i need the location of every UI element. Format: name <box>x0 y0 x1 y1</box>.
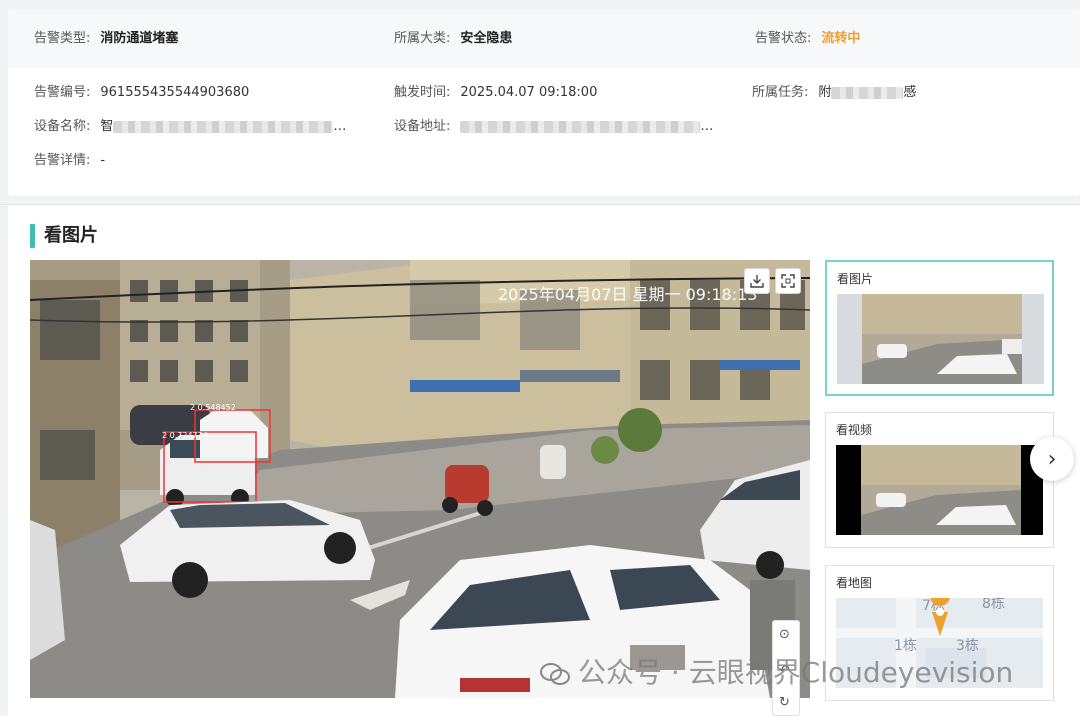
fullscreen-button[interactable] <box>775 268 801 294</box>
thumb-image[interactable]: 看图片 <box>825 260 1054 396</box>
download-icon <box>750 275 764 288</box>
device-name-label: 设备名称: <box>34 119 91 134</box>
device-address-ellipsis: … <box>700 119 714 134</box>
download-button[interactable] <box>744 268 770 294</box>
category-label: 所属大类: <box>394 31 451 46</box>
task-field: 所属任务: 附感 <box>752 81 916 105</box>
alarm-type-label: 告警类型: <box>34 31 91 46</box>
trigger-time-label: 触发时间: <box>394 85 451 100</box>
task-value: 附感 <box>818 85 916 100</box>
redacted-device-name <box>113 120 334 133</box>
thumb-video[interactable]: 看视频 <box>825 412 1054 548</box>
device-address-field: 设备地址: … <box>394 115 713 139</box>
details-row-3: 告警详情: - <box>8 149 1080 173</box>
alarm-detail-label: 告警详情: <box>34 153 91 168</box>
thumb-video-preview <box>836 445 1043 535</box>
alarm-detail-value: - <box>100 153 106 168</box>
camera-timestamp: 2025年04月07日 星期一 09:18:13 <box>498 285 757 304</box>
alarm-id-field: 告警编号: 961555435544903680 <box>34 81 249 105</box>
section-divider <box>0 204 1080 205</box>
summary-row: 告警类型: 消防通道堵塞 所属大类: 安全隐患 告警状态: 流转中 <box>8 27 1080 51</box>
thumb-map-label: 看地图 <box>836 576 873 590</box>
alarm-id-label: 告警编号: <box>34 85 91 100</box>
alarm-summary-bar: 告警类型: 消防通道堵塞 所属大类: 安全隐患 告警状态: 流转中 <box>8 10 1080 68</box>
alarm-detail-field: 告警详情: - <box>34 149 105 173</box>
thumb-image-label: 看图片 <box>837 272 874 286</box>
section-title: 看图片 <box>30 222 98 250</box>
status-label: 告警状态: <box>755 31 812 46</box>
task-value-suffix: 感 <box>903 85 917 100</box>
alarm-info-card: 告警类型: 消防通道堵塞 所属大类: 安全隐患 告警状态: 流转中 告警编号: 9615… <box>8 10 1080 196</box>
map-label-1: 1栋 <box>894 637 917 654</box>
thumb-image-picture <box>837 294 1044 384</box>
wechat-icon <box>540 663 570 685</box>
status-badge: 流转中 <box>821 31 861 46</box>
rotate-icon[interactable]: ↻ <box>779 695 790 710</box>
device-name-ellipsis: … <box>333 119 347 134</box>
task-label: 所属任务: <box>752 85 809 100</box>
thumb-video-picture <box>836 445 1043 535</box>
redacted-device-address <box>460 120 701 133</box>
task-value-prefix: 附 <box>818 85 832 100</box>
details-row-1: 告警编号: 961555435544903680 触发时间: 2025.04.07 … <box>8 81 1080 105</box>
zoom-icon[interactable]: ⊙ <box>779 627 790 642</box>
detection-label-1: 2 0.548452 <box>190 403 236 412</box>
alarm-type-value: 消防通道堵塞 <box>100 31 179 46</box>
device-name-value: 智… <box>100 119 346 134</box>
alarm-image-viewer[interactable]: 2 0.548452 2 0.724734 2025年04月07日 星期一 09… <box>30 260 810 698</box>
status-field: 告警状态: 流转中 <box>755 27 860 51</box>
device-address-label: 设备地址: <box>394 119 451 134</box>
details-row-2: 设备名称: 智… 设备地址:… <box>8 115 1080 139</box>
map-label-3: 3栋 <box>956 637 979 654</box>
redacted-task <box>831 86 904 99</box>
fullscreen-icon <box>781 274 795 288</box>
next-arrow-button[interactable]: › <box>1030 437 1074 481</box>
watermark-text: 公众号 · 云眼视界Cloudeyevision <box>578 656 1014 689</box>
trigger-time-value: 2025.04.07 09:18:00 <box>460 85 598 100</box>
detection-label-2: 2 0.724734 <box>162 431 208 440</box>
category-field: 所属大类: 安全隐患 <box>394 27 512 51</box>
watermark: 公众号 · 云眼视界Cloudeyevision <box>540 653 1013 693</box>
device-address-value: … <box>460 119 713 134</box>
device-name-field: 设备名称: 智… <box>34 115 346 139</box>
map-label-8: 8栋 <box>982 598 1005 612</box>
trigger-time-field: 触发时间: 2025.04.07 09:18:00 <box>394 81 597 105</box>
alarm-id-value: 961555435544903680 <box>100 85 250 100</box>
thumb-image-preview <box>837 294 1044 384</box>
alarm-type-field: 告警类型: 消防通道堵塞 <box>34 27 178 51</box>
alarm-snapshot: 2 0.548452 2 0.724734 2025年04月07日 星期一 09… <box>30 260 810 698</box>
device-name-prefix: 智 <box>100 119 114 134</box>
chevron-right-icon: › <box>1047 446 1057 472</box>
category-value: 安全隐患 <box>460 31 513 46</box>
thumb-video-label: 看视频 <box>836 423 873 437</box>
